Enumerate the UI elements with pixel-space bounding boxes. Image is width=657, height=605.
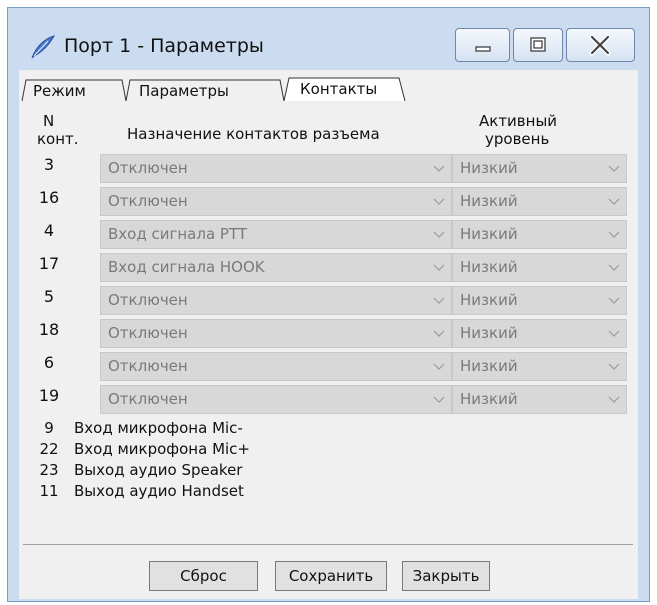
close-icon	[589, 34, 611, 56]
chevron-down-icon	[433, 198, 445, 205]
assignment-value: Отключен	[108, 159, 188, 177]
chevron-down-icon	[608, 165, 620, 172]
fixed-pin-assignment: Выход аудио Speaker	[74, 461, 243, 479]
level-select[interactable]: Низкий	[452, 385, 627, 414]
assignment-select[interactable]: Отключен	[100, 154, 452, 183]
close-window-button[interactable]	[566, 28, 635, 62]
chevron-down-icon	[608, 297, 620, 304]
level-select[interactable]: Низкий	[452, 352, 627, 381]
feather-icon	[31, 35, 56, 59]
assignment-select[interactable]: Отключен	[100, 286, 452, 315]
fixed-pin-row: 11 Выход аудио Handset	[24, 482, 244, 500]
assignment-select[interactable]: Отключен	[100, 385, 452, 414]
fixed-pin-assignment: Выход аудио Handset	[74, 482, 244, 500]
reset-button[interactable]: Сброс	[149, 561, 258, 591]
level-value: Низкий	[460, 390, 518, 408]
maximize-icon	[530, 37, 546, 52]
chevron-down-icon	[433, 165, 445, 172]
chevron-down-icon	[433, 363, 445, 370]
chevron-down-icon	[608, 264, 620, 271]
fixed-pin-row: 23 Выход аудио Speaker	[24, 461, 242, 479]
maximize-button[interactable]	[513, 28, 563, 62]
pin-number: 17	[38, 254, 60, 273]
level-select[interactable]: Низкий	[452, 286, 627, 315]
fixed-pin-assignment: Вход микрофона Mic-	[74, 419, 243, 437]
fixed-pin-row: 22 Вход микрофона Mic+	[24, 440, 250, 458]
pin-number: 5	[43, 287, 55, 306]
chevron-down-icon	[608, 363, 620, 370]
chevron-down-icon	[608, 231, 620, 238]
dialog-window: Порт 1 - Параметры Режим Параметры Конта…	[7, 7, 650, 602]
tab-mode[interactable]: Режим	[19, 80, 100, 102]
pin-number: 6	[43, 353, 55, 372]
chevron-down-icon	[608, 396, 620, 403]
assignment-select[interactable]: Отключен	[100, 187, 452, 216]
header-pin-n: N	[43, 112, 55, 130]
fixed-pin-number: 23	[39, 461, 59, 479]
assignment-select[interactable]: Отключен	[100, 319, 452, 348]
chevron-down-icon	[433, 396, 445, 403]
level-value: Низкий	[460, 324, 518, 342]
header-assignment: Назначение контактов разъема	[127, 125, 380, 143]
header-active-level-1: Активный	[479, 112, 558, 130]
minimize-icon	[475, 46, 491, 52]
pin-number: 4	[43, 221, 55, 240]
tab-parameters[interactable]: Параметры	[125, 80, 243, 102]
header-pin-unit: конт.	[37, 130, 79, 148]
level-value: Низкий	[460, 159, 518, 177]
assignment-value: Вход сигнала HOOK	[108, 258, 265, 276]
assignment-select[interactable]: Отключен	[100, 352, 452, 381]
pin-number: 16	[38, 188, 60, 207]
level-value: Низкий	[460, 225, 518, 243]
level-select[interactable]: Низкий	[452, 154, 627, 183]
fixed-pin-assignment: Вход микрофона Mic+	[74, 440, 251, 458]
fixed-pin-number: 9	[44, 419, 54, 437]
save-button[interactable]: Сохранить	[275, 561, 387, 591]
chevron-down-icon	[433, 231, 445, 238]
chevron-down-icon	[608, 198, 620, 205]
chevron-down-icon	[433, 264, 445, 271]
chevron-down-icon	[608, 330, 620, 337]
footer-separator	[23, 544, 633, 545]
tab-contacts[interactable]: Контакты	[286, 78, 391, 100]
level-value: Низкий	[460, 192, 518, 210]
level-select[interactable]: Низкий	[452, 319, 627, 348]
fixed-pin-number: 11	[39, 482, 59, 500]
fixed-pin-number: 22	[39, 440, 59, 458]
chevron-down-icon	[433, 330, 445, 337]
level-value: Низкий	[460, 357, 518, 375]
level-value: Низкий	[460, 291, 518, 309]
assignment-select[interactable]: Вход сигнала HOOK	[100, 253, 452, 282]
window-title: Порт 1 - Параметры	[64, 35, 264, 57]
header-active-level-2: уровень	[485, 130, 550, 148]
level-select[interactable]: Низкий	[452, 253, 627, 282]
pin-number: 19	[38, 386, 60, 405]
assignment-value: Отключен	[108, 324, 188, 342]
assignment-value: Отключен	[108, 192, 188, 210]
close-button[interactable]: Закрыть	[402, 561, 490, 591]
minimize-button[interactable]	[455, 28, 510, 62]
pin-number: 18	[38, 320, 60, 339]
assignment-value: Отключен	[108, 291, 188, 309]
level-select[interactable]: Низкий	[452, 220, 627, 249]
assignment-value: Вход сигнала PTT	[108, 225, 248, 243]
pin-number: 3	[43, 155, 55, 174]
title-bar[interactable]: Порт 1 - Параметры	[8, 8, 649, 70]
assignment-value: Отключен	[108, 390, 188, 408]
assignment-value: Отключен	[108, 357, 188, 375]
level-value: Низкий	[460, 258, 518, 276]
dialog-content: Режим Параметры Контакты N конт. Назначе…	[19, 70, 638, 599]
assignment-select[interactable]: Вход сигнала PTT	[100, 220, 452, 249]
fixed-pin-row: 9 Вход микрофона Mic-	[24, 419, 243, 437]
level-select[interactable]: Низкий	[452, 187, 627, 216]
chevron-down-icon	[433, 297, 445, 304]
